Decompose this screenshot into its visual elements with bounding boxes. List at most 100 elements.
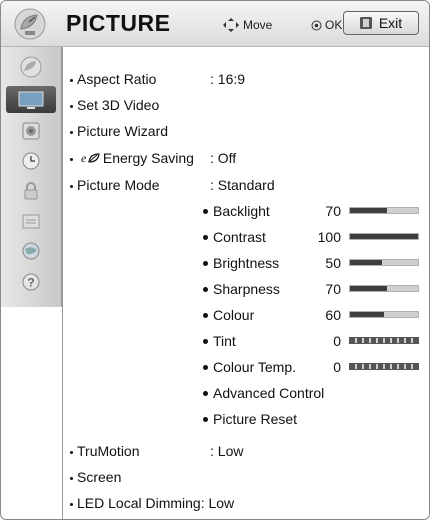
network-globe-icon: [22, 242, 40, 259]
aspect-ratio-label: Aspect Ratio: [77, 71, 157, 87]
bullet: [70, 131, 73, 134]
setting-colour[interactable]: Colour 60: [203, 305, 423, 325]
setting-value: 50: [325, 255, 341, 271]
move-label: Move: [243, 18, 273, 32]
setting-backlight[interactable]: Backlight 70: [203, 201, 423, 221]
picture-menu-window: PICTURE Move OK Exit ? Aspect Ratio: 16…: [0, 0, 430, 520]
setting-label: Colour Temp.: [213, 359, 297, 375]
category-sidebar: ?: [1, 47, 62, 307]
bullet: [203, 417, 208, 422]
trumotion-label: TruMotion: [77, 443, 140, 459]
lock-icon: [24, 181, 38, 199]
screen-label: Screen: [77, 469, 122, 485]
level-bar[interactable]: [349, 311, 419, 318]
bullet: [203, 339, 208, 344]
trumotion-item[interactable]: TruMotion : Low: [70, 441, 243, 461]
level-bar[interactable]: [349, 207, 419, 214]
bullet: [203, 261, 208, 266]
satellite-dish-icon: [14, 8, 46, 40]
move-hint: Move: [223, 18, 272, 32]
picture-wizard-item[interactable]: Picture Wizard: [70, 121, 168, 141]
level-bar[interactable]: [349, 233, 419, 240]
sidebar-item-time[interactable]: [6, 147, 56, 174]
setting-colour-temp[interactable]: Colour Temp. 0: [203, 357, 423, 377]
sidebar-item-network[interactable]: [6, 237, 56, 264]
bullet: [203, 391, 208, 396]
screen-item[interactable]: Screen: [70, 467, 121, 487]
sidebar-item-support[interactable]: ?: [6, 268, 56, 295]
energy-saving-label: Energy Saving: [102, 150, 194, 166]
setting-contrast[interactable]: Contrast 100: [203, 227, 423, 247]
ok-label: OK: [325, 18, 343, 32]
setting-label: Picture Reset: [213, 411, 298, 427]
set-3d-video-label: Set 3D Video: [77, 97, 160, 113]
bullet: [203, 313, 208, 318]
aspect-ratio-item[interactable]: Aspect Ratio : 16:9: [70, 69, 245, 89]
level-bar[interactable]: [349, 259, 419, 266]
setting-value: 70: [325, 203, 341, 219]
level-bar[interactable]: [349, 337, 419, 344]
sidebar-item-option[interactable]: [6, 207, 56, 234]
setting-label: Contrast: [213, 229, 266, 245]
energy-saving-value: : Off: [210, 150, 237, 166]
picture-wizard-label: Picture Wizard: [77, 123, 169, 139]
sidebar-item-audio[interactable]: [6, 117, 56, 144]
tv-picture-icon: [18, 91, 44, 109]
setting-value: 0: [333, 333, 341, 349]
picture-mode-label: Picture Mode: [77, 177, 160, 193]
setting-advanced-control[interactable]: Advanced Control: [203, 383, 423, 403]
level-bar-fill: [350, 260, 382, 265]
setting-value: 70: [325, 281, 341, 297]
sidebar-item-picture[interactable]: [6, 86, 56, 113]
svg-text:e: e: [81, 152, 87, 164]
level-bar-fill: [350, 234, 418, 239]
bullet: [70, 105, 73, 108]
exit-button[interactable]: Exit: [343, 11, 419, 35]
exit-label: Exit: [378, 15, 403, 31]
bullet: [70, 477, 73, 480]
speaker-icon: [22, 122, 40, 139]
setting-picture-reset[interactable]: Picture Reset: [203, 409, 423, 429]
picture-mode-value: : Standard: [210, 177, 275, 193]
sidebar-item-setup[interactable]: [6, 53, 56, 80]
setting-label: Backlight: [213, 203, 270, 219]
help-icon: ?: [22, 273, 40, 290]
bullet: [203, 209, 208, 214]
setting-label: Advanced Control: [213, 385, 325, 401]
clock-icon: [22, 152, 40, 169]
setting-value: 0: [333, 359, 341, 375]
setting-tint[interactable]: Tint 0: [203, 331, 423, 351]
picture-mode-item[interactable]: Picture Mode : Standard: [70, 175, 275, 195]
bullet: [203, 287, 208, 292]
setting-label: Colour: [213, 307, 255, 323]
set-3d-video-item[interactable]: Set 3D Video: [70, 95, 159, 115]
level-bar-fill: [350, 208, 388, 213]
level-bar[interactable]: [349, 285, 419, 292]
level-bar[interactable]: [349, 363, 419, 370]
led-local-dimming-label: LED Local Dimming: Low: [77, 495, 235, 511]
bullet: [70, 503, 73, 506]
bullet: [70, 185, 73, 188]
setting-sharpness[interactable]: Sharpness 70: [203, 279, 423, 299]
bullet: [70, 79, 73, 82]
setting-label: Brightness: [213, 255, 280, 271]
bullet: [70, 158, 73, 161]
energy-saving-item[interactable]: e Energy Saving : Off: [70, 148, 236, 168]
ok-hint: OK: [311, 18, 342, 32]
setting-label: Sharpness: [213, 281, 280, 297]
settings-content: Aspect Ratio : 16:9 Set 3D Video Picture…: [62, 47, 429, 519]
setting-label: Tint: [213, 333, 236, 349]
sidebar-item-lock[interactable]: [6, 177, 56, 204]
setting-value: 100: [317, 229, 341, 245]
led-local-dimming-item[interactable]: LED Local Dimming: Low: [70, 493, 234, 513]
eco-leaf-icon: e: [81, 151, 100, 165]
page-title: PICTURE: [66, 10, 171, 36]
satellite-dish-icon: [20, 56, 42, 77]
level-bar-fill: [350, 312, 384, 317]
exit-icon: [359, 17, 372, 29]
bullet: [203, 365, 208, 370]
menu-header: PICTURE Move OK Exit: [1, 1, 429, 47]
svg-text:?: ?: [27, 275, 34, 289]
setting-brightness[interactable]: Brightness 50: [203, 253, 423, 273]
ok-circle-icon: [311, 20, 322, 30]
